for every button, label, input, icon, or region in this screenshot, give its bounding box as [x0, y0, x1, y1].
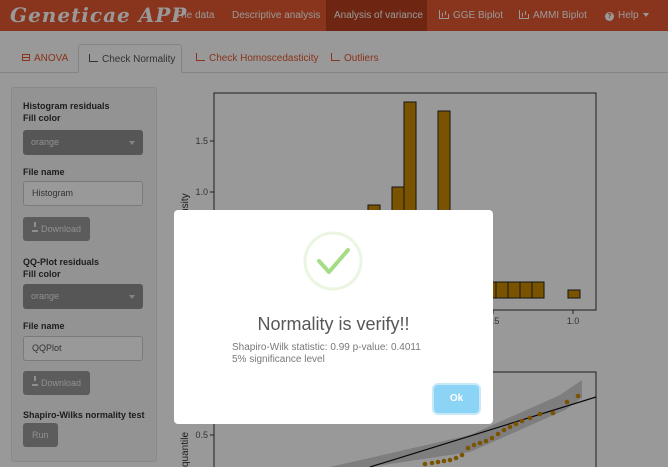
success-icon [303, 231, 363, 291]
checkmark-icon [317, 248, 350, 274]
success-ring [303, 231, 363, 291]
alert-line-significance: 5% significance level [232, 354, 325, 365]
alert-title: Normality is verify!! [257, 314, 410, 334]
alert-dialog: Normality is verify!! Shapiro-Wilk stati… [174, 210, 493, 424]
alert-line-statistic: Shapiro-Wilk statistic: 0.99 p-value: 0.… [232, 342, 421, 353]
ok-button[interactable]: Ok [434, 385, 479, 413]
alert-message: Shapiro-Wilk statistic: 0.99 p-value: 0.… [232, 342, 421, 366]
